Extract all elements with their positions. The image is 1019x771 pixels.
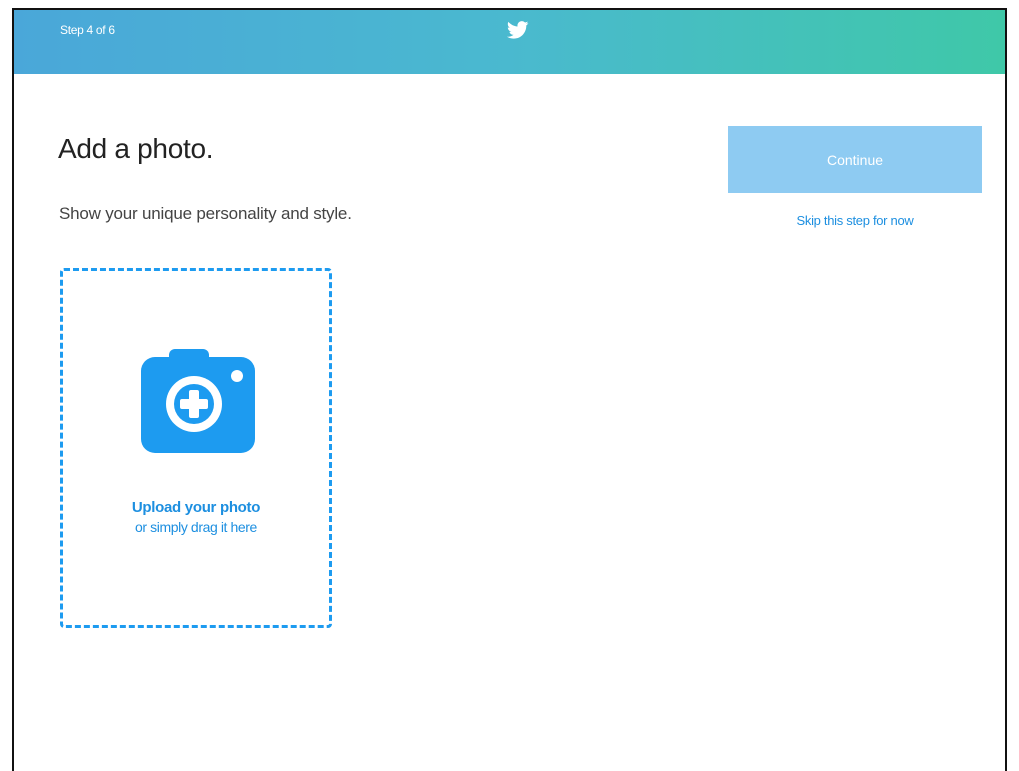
- page-subtitle: Show your unique personality and style.: [59, 204, 352, 223]
- skip-step-link[interactable]: Skip this step for now: [728, 213, 982, 228]
- header-bar: Step 4 of 6: [14, 10, 1005, 74]
- upload-hint: or simply drag it here: [135, 519, 257, 535]
- signup-window: Step 4 of 6 Add a photo. Show your uniqu…: [12, 8, 1007, 771]
- continue-button[interactable]: Continue: [728, 126, 982, 193]
- twitter-bird-icon: [507, 21, 529, 39]
- photo-upload-dropzone[interactable]: Upload your photo or simply drag it here: [60, 268, 332, 628]
- camera-add-icon: [141, 349, 255, 453]
- upload-title: Upload your photo: [131, 499, 261, 516]
- page-title: Add a photo.: [58, 133, 214, 164]
- step-indicator: Step 4 of 6: [60, 23, 115, 37]
